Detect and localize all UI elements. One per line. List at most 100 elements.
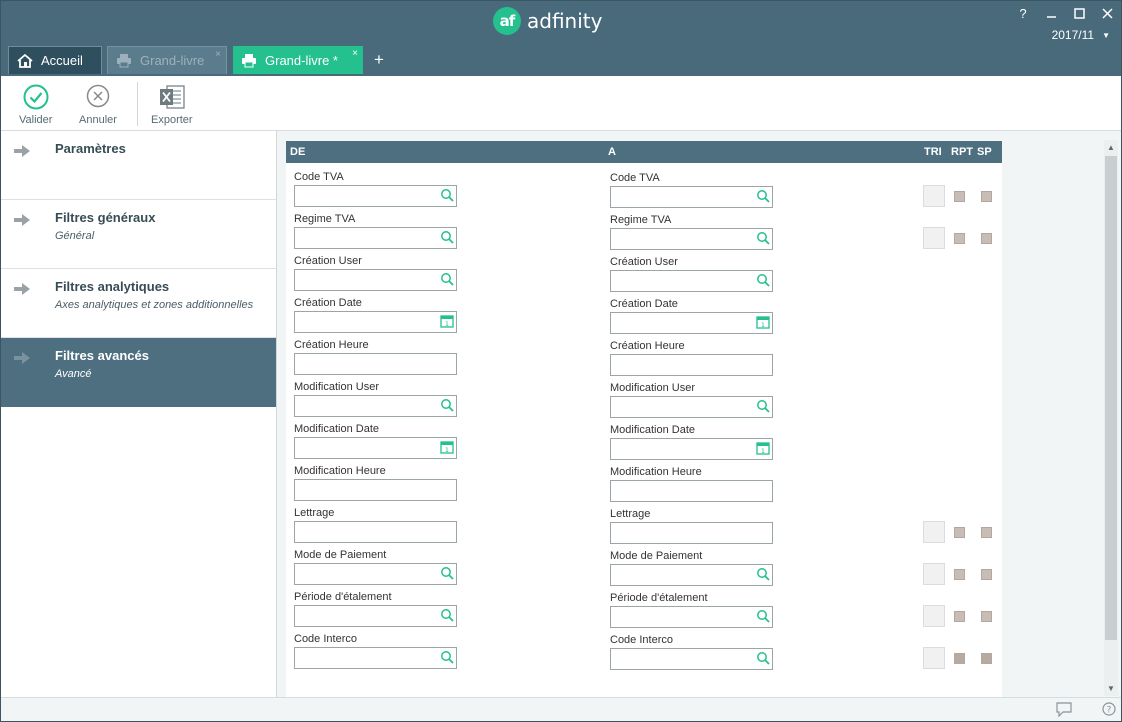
close-button[interactable] xyxy=(1100,4,1114,22)
rpt-checkbox[interactable] xyxy=(954,611,965,622)
tab-accueil[interactable]: Accueil xyxy=(8,46,102,74)
add-tab-button[interactable]: + xyxy=(374,50,384,70)
svg-text:1: 1 xyxy=(761,321,765,329)
tri-checkbox[interactable] xyxy=(923,647,945,669)
sidebar-item-subtitle: Axes analytiques et zones additionnelles xyxy=(55,299,254,311)
maximize-button[interactable] xyxy=(1072,4,1086,22)
sp-checkbox[interactable] xyxy=(981,611,992,622)
to-input[interactable] xyxy=(610,396,773,418)
search-icon[interactable] xyxy=(756,231,770,248)
search-icon[interactable] xyxy=(756,651,770,668)
sidebar-item-filtres-analytiques[interactable]: Filtres analytiques Axes analytiques et … xyxy=(0,269,276,338)
from-input[interactable] xyxy=(294,521,457,543)
tab-grand-livre[interactable]: Grand-livre × xyxy=(107,46,227,74)
calendar-icon[interactable]: 1 xyxy=(440,440,454,457)
filter-field-from: Code Interco xyxy=(294,633,457,669)
to-input[interactable] xyxy=(610,522,773,544)
to-input[interactable] xyxy=(610,564,773,586)
svg-text:1: 1 xyxy=(445,320,449,328)
cancel-circle-icon xyxy=(86,84,110,108)
help-circle-icon[interactable]: ? xyxy=(1102,702,1116,719)
field-label: Modification User xyxy=(610,382,695,394)
tab-grand-livre-active[interactable]: Grand-livre * × xyxy=(233,46,363,74)
calendar-icon[interactable]: 1 xyxy=(756,441,770,458)
tab-label: Grand-livre xyxy=(140,53,205,68)
to-input[interactable] xyxy=(610,312,773,334)
search-icon[interactable] xyxy=(440,650,454,667)
tri-checkbox[interactable] xyxy=(923,521,945,543)
brand: af adfinity xyxy=(493,6,602,36)
search-icon[interactable] xyxy=(756,609,770,626)
to-input[interactable] xyxy=(610,606,773,628)
to-input[interactable] xyxy=(610,648,773,670)
search-icon[interactable] xyxy=(440,566,454,583)
tri-checkbox[interactable] xyxy=(923,185,945,207)
field-label: Code Interco xyxy=(294,633,357,645)
header-to: A xyxy=(608,146,616,158)
from-input[interactable] xyxy=(294,353,457,375)
search-icon[interactable] xyxy=(756,567,770,584)
tri-checkbox[interactable] xyxy=(923,605,945,627)
search-icon[interactable] xyxy=(440,188,454,205)
from-input[interactable] xyxy=(294,605,457,627)
minimize-button[interactable] xyxy=(1044,4,1058,22)
validate-label: Valider xyxy=(19,114,53,126)
scrollbar-thumb[interactable] xyxy=(1105,156,1117,640)
from-input[interactable] xyxy=(294,311,457,333)
from-input[interactable] xyxy=(294,185,457,207)
search-icon[interactable] xyxy=(440,398,454,415)
window-controls: ? xyxy=(1016,4,1114,22)
chat-icon[interactable] xyxy=(1056,702,1072,720)
rpt-checkbox[interactable] xyxy=(954,569,965,580)
sidebar-item-parametres[interactable]: Paramètres xyxy=(0,131,276,200)
search-icon[interactable] xyxy=(756,189,770,206)
scroll-down-icon[interactable]: ▼ xyxy=(1107,684,1115,693)
rpt-checkbox[interactable] xyxy=(954,233,965,244)
from-input[interactable] xyxy=(294,437,457,459)
rpt-checkbox[interactable] xyxy=(954,653,965,664)
from-input[interactable] xyxy=(294,395,457,417)
sidebar-item-filtres-generaux[interactable]: Filtres généraux Général xyxy=(0,200,276,269)
from-input[interactable] xyxy=(294,563,457,585)
field-label: Lettrage xyxy=(294,507,335,519)
sidebar-item-filtres-avances[interactable]: Filtres avancés Avancé xyxy=(0,338,276,407)
calendar-icon[interactable]: 1 xyxy=(440,314,454,331)
rpt-checkbox[interactable] xyxy=(954,527,965,538)
sp-checkbox[interactable] xyxy=(981,653,992,664)
rpt-checkbox[interactable] xyxy=(954,191,965,202)
to-input[interactable] xyxy=(610,438,773,460)
from-input[interactable] xyxy=(294,269,457,291)
search-icon[interactable] xyxy=(440,608,454,625)
export-button[interactable]: Exporter xyxy=(151,84,193,126)
from-input[interactable] xyxy=(294,479,457,501)
arrow-right-icon xyxy=(14,283,30,298)
to-input[interactable] xyxy=(610,270,773,292)
from-input[interactable] xyxy=(294,647,457,669)
help-button[interactable]: ? xyxy=(1016,4,1030,22)
period-selector[interactable]: 2017/11 ▼ xyxy=(1052,28,1110,42)
search-icon[interactable] xyxy=(756,273,770,290)
to-input[interactable] xyxy=(610,228,773,250)
search-icon[interactable] xyxy=(440,230,454,247)
calendar-icon[interactable]: 1 xyxy=(756,315,770,332)
sp-checkbox[interactable] xyxy=(981,233,992,244)
tri-checkbox[interactable] xyxy=(923,227,945,249)
tab-close-icon[interactable]: × xyxy=(352,48,358,59)
from-input[interactable] xyxy=(294,227,457,249)
scroll-up-icon[interactable]: ▲ xyxy=(1107,143,1115,152)
tab-label: Grand-livre * xyxy=(265,52,338,68)
cancel-button[interactable]: Annuler xyxy=(79,84,117,126)
validate-button[interactable]: Valider xyxy=(19,84,52,126)
to-input[interactable] xyxy=(610,480,773,502)
search-icon[interactable] xyxy=(440,272,454,289)
to-input[interactable] xyxy=(610,186,773,208)
to-input[interactable] xyxy=(610,354,773,376)
vertical-scrollbar[interactable]: ▲ ▼ xyxy=(1104,140,1118,696)
sp-checkbox[interactable] xyxy=(981,191,992,202)
tri-checkbox[interactable] xyxy=(923,563,945,585)
cancel-label: Annuler xyxy=(79,114,117,126)
search-icon[interactable] xyxy=(756,399,770,416)
tab-close-icon[interactable]: × xyxy=(215,49,221,60)
sp-checkbox[interactable] xyxy=(981,527,992,538)
sp-checkbox[interactable] xyxy=(981,569,992,580)
